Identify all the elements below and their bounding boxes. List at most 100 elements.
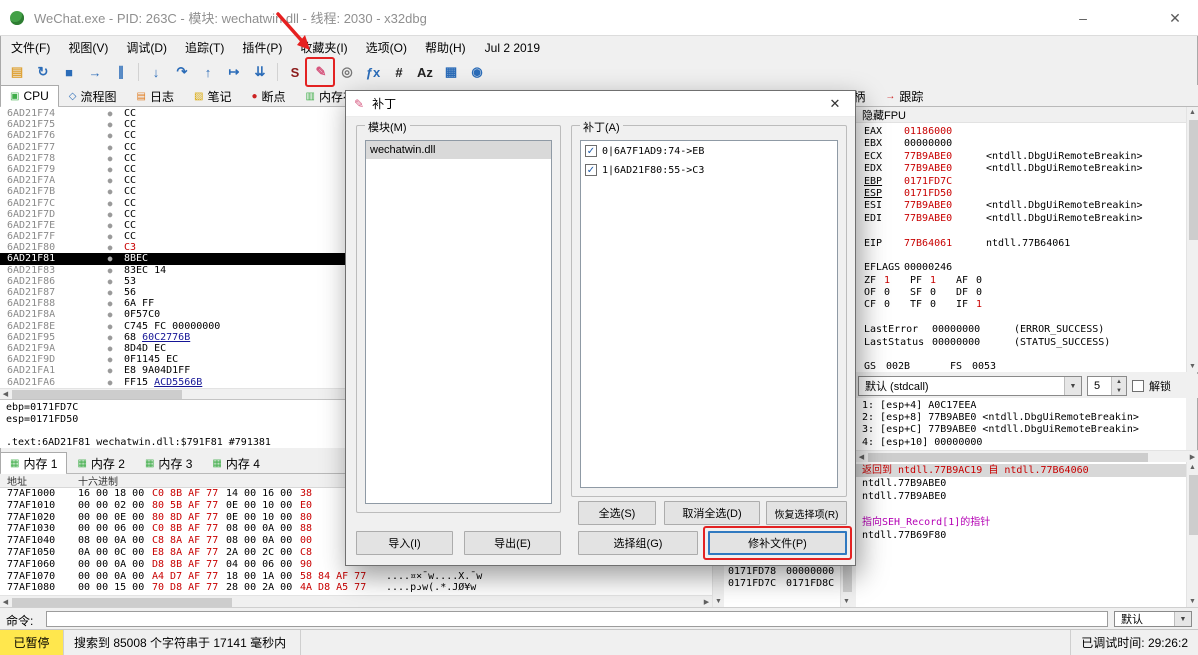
argument-row[interactable]: 3: [esp+C] 77B9ABE0 <ntdll.DbgUiRemoteBr… — [862, 424, 1186, 436]
dump-h-scrollbar[interactable]: ◀ ▶ — [0, 595, 712, 607]
select-all-button[interactable]: 全选(S) — [578, 501, 656, 525]
view-tab[interactable]: ▣ CPU — [0, 85, 59, 107]
restore-selected-button[interactable]: 恢复选择项(R) — [766, 501, 847, 525]
scroll-left-icon[interactable]: ◀ — [0, 389, 11, 400]
flags-row[interactable]: ZF 1 PF 1 AF 0 — [864, 275, 1186, 287]
breakpoint-dot-icon[interactable]: ● — [96, 287, 124, 298]
register-row[interactable]: EAX 01186000 — [864, 126, 1186, 138]
import-button[interactable]: 导入(I) — [356, 531, 453, 555]
breakpoint-dot-icon[interactable]: ● — [96, 276, 124, 287]
patches-list[interactable]: ✓ 0|6A7F1AD9:74->EB ✓ 1|6AD21F80:55->C3 — [580, 140, 838, 488]
stack-info-line[interactable] — [856, 503, 1186, 516]
argument-row[interactable]: 4: [esp+10] 00000000 — [862, 437, 1186, 449]
stack-row[interactable]: 0171FD78 00000000 — [724, 566, 840, 578]
breakpoint-dot-icon[interactable]: ● — [96, 343, 124, 354]
view-tab[interactable]: ◇ 流程图 — [59, 85, 127, 106]
scroll-down-icon[interactable]: ▼ — [713, 596, 724, 607]
execute-till-return-icon[interactable]: ↑ — [196, 60, 220, 84]
breakpoint-dot-icon[interactable]: ● — [96, 186, 124, 197]
flags-row[interactable]: CF 0 TF 0 IF 1 — [864, 299, 1186, 311]
stack-info-line[interactable]: ntdll.77B9ABE0 — [856, 477, 1186, 490]
restart-icon[interactable]: ↻ — [31, 60, 55, 84]
breakpoint-dot-icon[interactable]: ● — [96, 253, 124, 264]
memory-tab[interactable]: ▦ 内存 4 — [202, 452, 269, 473]
patch-list-item[interactable]: ✓ 1|6AD21F80:55->C3 — [581, 161, 837, 179]
breakpoint-dot-icon[interactable]: ● — [96, 164, 124, 175]
checkbox-checked-icon[interactable]: ✓ — [585, 145, 597, 157]
breakpoint-dot-icon[interactable]: ● — [96, 198, 124, 209]
step-over-icon[interactable]: ↷ — [170, 60, 194, 84]
scroll-down-icon[interactable]: ▼ — [841, 596, 852, 607]
chevron-down-icon[interactable]: ▼ — [1064, 377, 1081, 395]
stack-info-line[interactable]: 返回到 ntdll.77B9AC19 自 ntdll.77B64060 — [856, 464, 1186, 477]
view-tab[interactable]: ▧ 笔记 — [184, 85, 241, 106]
breakpoint-dot-icon[interactable]: ● — [96, 377, 124, 388]
step-into-icon[interactable]: ↓ — [144, 60, 168, 84]
flags-row[interactable]: OF 0 SF 0 DF 0 — [864, 287, 1186, 299]
chevron-down-icon[interactable]: ▼ — [1174, 612, 1191, 626]
menu-item[interactable]: 追踪(T) — [176, 36, 233, 59]
breakpoint-dot-icon[interactable]: ● — [96, 265, 124, 276]
run-icon[interactable]: → — [83, 60, 107, 84]
compass-icon[interactable]: ◉ — [465, 60, 489, 84]
patch-list-item[interactable]: ✓ 0|6A7F1AD9:74->EB — [581, 142, 837, 160]
breakpoint-dot-icon[interactable]: ● — [96, 153, 124, 164]
stop-icon[interactable]: ■ — [57, 60, 81, 84]
menu-item[interactable]: 选项(O) — [357, 36, 416, 59]
scroll-down-icon[interactable]: ▼ — [1187, 361, 1198, 372]
segment-row[interactable]: GS 002B FS 0053 — [864, 361, 1186, 372]
menu-item[interactable]: 帮助(H) — [416, 36, 475, 59]
register-row-eflags[interactable]: EFLAGS 00000246 — [864, 262, 1186, 274]
view-tab[interactable]: ● 断点 — [241, 85, 295, 106]
breakpoint-dot-icon[interactable]: ● — [96, 130, 124, 141]
minimize-button[interactable]: – — [1060, 0, 1106, 36]
register-row[interactable]: EBX 00000000 — [864, 138, 1186, 150]
export-button[interactable]: 导出(E) — [464, 531, 561, 555]
stack-info-line[interactable]: ntdll.77B9ABE0 — [856, 490, 1186, 503]
select-group-button[interactable]: 选择组(G) — [578, 531, 698, 555]
last-status-row[interactable]: LastStatus 00000000 (STATUS_SUCCESS) — [864, 337, 1186, 349]
register-row[interactable]: EDX 77B9ABE0 <ntdll.DbgUiRemoteBreakin> — [864, 163, 1186, 175]
deselect-all-button[interactable]: 取消全选(D) — [664, 501, 760, 525]
register-row[interactable]: ESP 0171FD50 — [864, 188, 1186, 200]
unlock-checkbox[interactable] — [1132, 380, 1144, 392]
stack-info-line[interactable]: ntdll.77B69F80 — [856, 529, 1186, 542]
register-row[interactable]: EBP 0171FD7C — [864, 176, 1186, 188]
scroll-left-icon[interactable]: ◀ — [856, 451, 867, 462]
breakpoint-dot-icon[interactable]: ● — [96, 220, 124, 231]
close-button[interactable]: ✕ — [1152, 0, 1198, 36]
stack-info-v-scrollbar[interactable]: ▲ ▼ — [1186, 462, 1198, 607]
dialog-close-button[interactable]: ✕ — [815, 91, 855, 117]
scroll-down-icon[interactable]: ▼ — [1187, 596, 1198, 607]
breakpoint-dot-icon[interactable]: ● — [96, 108, 124, 119]
hash-icon[interactable]: # — [387, 60, 411, 84]
last-status-row[interactable]: LastError 00000000 (ERROR_SUCCESS) — [864, 324, 1186, 336]
memory-book-icon[interactable]: ▦ — [439, 60, 463, 84]
registers-v-scrollbar[interactable]: ▲ ▼ — [1186, 107, 1198, 372]
command-input[interactable] — [46, 611, 1108, 627]
dump-row[interactable]: 77AF1070 00 00 0A 00 A4 D7 AF 77 18 00 1A 0… — [0, 571, 712, 583]
args-h-scrollbar[interactable]: ◀ ▶ — [856, 450, 1198, 462]
breakpoint-dot-icon[interactable]: ● — [96, 119, 124, 130]
pause-icon[interactable]: ∥ — [109, 60, 133, 84]
scroll-thumb[interactable] — [842, 564, 852, 592]
scroll-right-icon[interactable]: ▶ — [701, 596, 712, 607]
breakpoint-dot-icon[interactable]: ● — [96, 321, 124, 332]
view-tab[interactable]: ▤ 日志 — [127, 85, 184, 106]
argument-row[interactable]: 1: [esp+4] A0C17EEA — [862, 400, 1186, 412]
memory-tab[interactable]: ▦ 内存 2 — [67, 452, 134, 473]
calling-convention-select[interactable]: 默认 (stdcall) ▼ — [858, 376, 1082, 396]
dump-row[interactable]: 77AF1080 00 00 15 00 70 D8 AF 77 28 00 2A 0… — [0, 582, 712, 594]
menu-item[interactable]: 调试(D) — [117, 36, 176, 59]
breakpoint-dot-icon[interactable]: ● — [96, 209, 124, 220]
breakpoint-dot-icon[interactable]: ● — [96, 354, 124, 365]
open-file-icon[interactable]: ▤ — [5, 60, 29, 84]
breakpoint-dot-icon[interactable]: ● — [96, 309, 124, 320]
run-to-user-code-icon[interactable]: ↦ — [222, 60, 246, 84]
animate-into-icon[interactable]: ⇊ — [248, 60, 272, 84]
menu-item[interactable]: 视图(V) — [59, 36, 117, 59]
scroll-right-icon[interactable]: ▶ — [1187, 451, 1198, 462]
stack-info-line[interactable]: 指向SEH_Record[1]的指针 — [856, 516, 1186, 529]
register-row-eip[interactable]: EIP 77B64061 ntdll.77B64061 — [864, 238, 1186, 250]
memory-tab[interactable]: ▦ 内存 1 — [0, 452, 68, 474]
